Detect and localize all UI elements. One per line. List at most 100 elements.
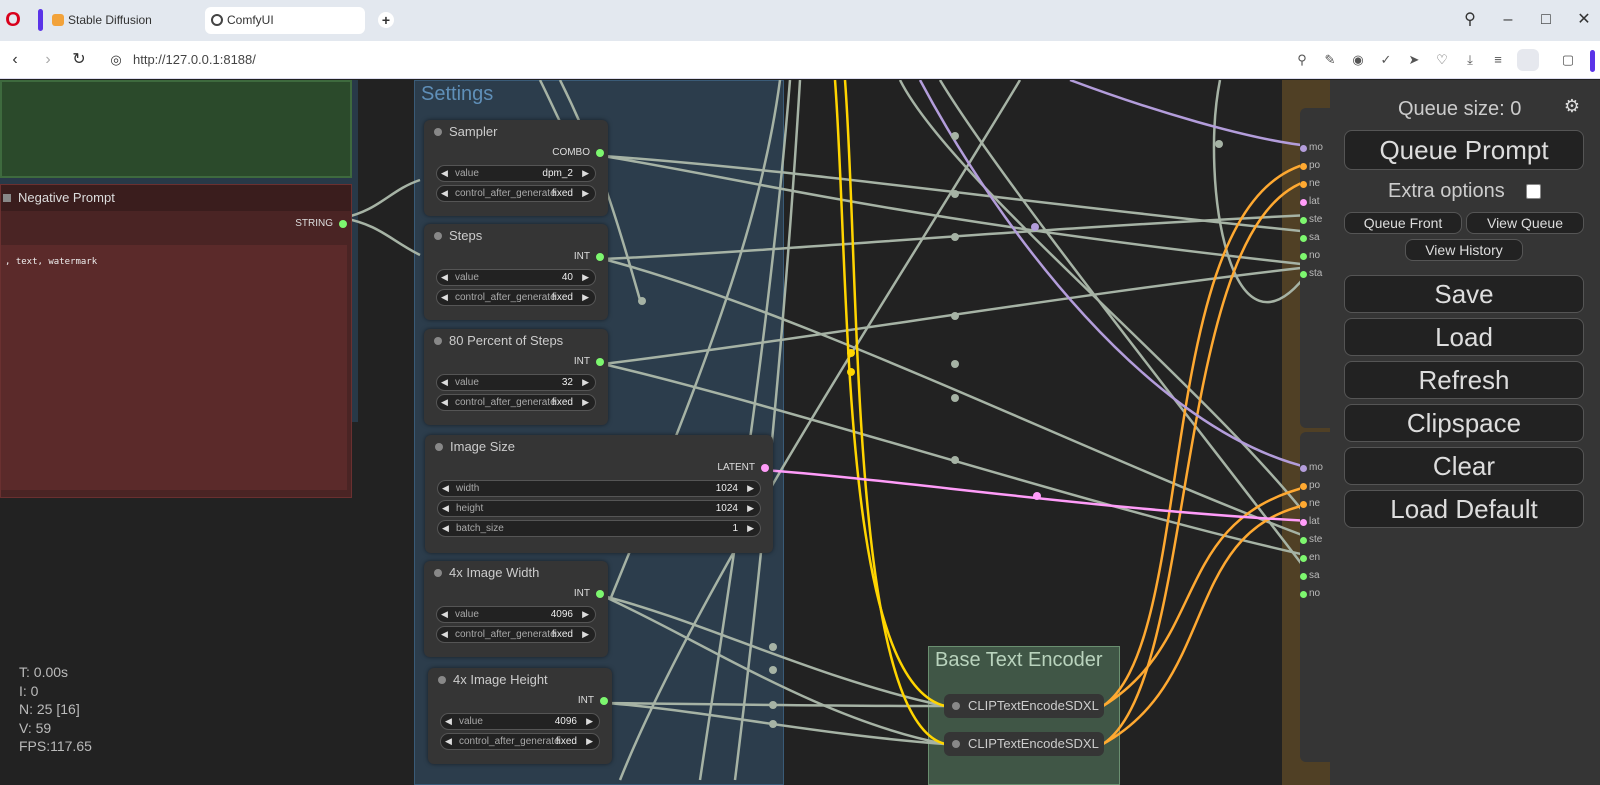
- collapse-icon[interactable]: [952, 702, 960, 710]
- opera-logo-icon[interactable]: O: [4, 9, 22, 31]
- input-socket[interactable]: [1300, 537, 1307, 544]
- queue-front-button[interactable]: Queue Front: [1344, 212, 1462, 234]
- tab-comfyui[interactable]: ComfyUI: [205, 7, 365, 34]
- output-socket[interactable]: [761, 464, 769, 472]
- url-field[interactable]: http://127.0.0.1:8188/: [133, 52, 256, 67]
- back-button[interactable]: ‹: [5, 50, 25, 70]
- collapse-icon[interactable]: [434, 232, 442, 240]
- maximize-button[interactable]: □: [1533, 8, 1559, 32]
- collapse-icon[interactable]: [435, 443, 443, 451]
- input-socket[interactable]: [1300, 501, 1307, 508]
- output-slot[interactable]: INT: [424, 248, 608, 266]
- decrement-arrow-icon[interactable]: ◀: [442, 501, 449, 516]
- decrement-arrow-icon[interactable]: ◀: [445, 714, 452, 729]
- tab-stable-diffusion[interactable]: Stable Diffusion: [46, 7, 201, 34]
- reload-button[interactable]: ↻: [69, 50, 89, 70]
- increment-arrow-icon[interactable]: ▶: [582, 270, 589, 285]
- output-slot[interactable]: LATENT: [425, 459, 773, 477]
- output-slot[interactable]: STRING: [231, 215, 351, 233]
- value-widget[interactable]: ◀ value 4096 ▶: [440, 713, 600, 730]
- input-socket[interactable]: [1300, 181, 1307, 188]
- value-widget[interactable]: ◀ value dpm_2 ▶: [436, 165, 596, 182]
- extra-options-checkbox[interactable]: [1526, 184, 1541, 199]
- output-socket[interactable]: [596, 253, 604, 261]
- heart-icon[interactable]: ♡: [1434, 52, 1450, 68]
- output-socket[interactable]: [596, 149, 604, 157]
- output-slot[interactable]: INT: [424, 585, 608, 603]
- decrement-arrow-icon[interactable]: ◀: [441, 166, 448, 181]
- clip-text-encode-node[interactable]: CLIPTextEncodeSDXL: [944, 732, 1104, 756]
- decrement-arrow-icon[interactable]: ◀: [441, 607, 448, 622]
- input-socket[interactable]: [1300, 253, 1307, 260]
- output-slot[interactable]: COMBO: [424, 144, 608, 162]
- edit-icon[interactable]: ✎: [1322, 52, 1338, 68]
- decrement-arrow-icon[interactable]: ◀: [441, 290, 448, 305]
- input-socket[interactable]: [1300, 483, 1307, 490]
- output-socket[interactable]: [339, 220, 347, 228]
- clip-text-encode-node[interactable]: CLIPTextEncodeSDXL: [944, 694, 1104, 718]
- increment-arrow-icon[interactable]: ▶: [747, 521, 754, 536]
- input-socket[interactable]: [1300, 555, 1307, 562]
- decrement-arrow-icon[interactable]: ◀: [441, 627, 448, 642]
- collapse-icon[interactable]: [434, 337, 442, 345]
- input-socket[interactable]: [1300, 163, 1307, 170]
- control-after-generate-widget[interactable]: ◀ control_after_generate fixed ▶: [436, 185, 596, 202]
- increment-arrow-icon[interactable]: ▶: [586, 714, 593, 729]
- output-slot[interactable]: INT: [424, 353, 608, 371]
- view-history-button[interactable]: View History: [1405, 239, 1523, 261]
- increment-arrow-icon[interactable]: ▶: [747, 501, 754, 516]
- view-queue-button[interactable]: View Queue: [1466, 212, 1584, 234]
- ksampler-refiner-node[interactable]: mo po ne lat ste en sa no: [1300, 432, 1332, 762]
- increment-arrow-icon[interactable]: ▶: [582, 186, 589, 201]
- negative-prompt-node[interactable]: Negative Prompt STRING , text, watermark: [0, 184, 352, 498]
- output-slot[interactable]: INT: [428, 692, 612, 710]
- increment-arrow-icon[interactable]: ▶: [582, 607, 589, 622]
- control-after-generate-widget[interactable]: ◀ control_after_generate fixed ▶: [436, 626, 596, 643]
- input-socket[interactable]: [1300, 465, 1307, 472]
- profile-icon[interactable]: [1517, 49, 1539, 71]
- control-after-generate-widget[interactable]: ◀ control_after_generate fixed ▶: [436, 394, 596, 411]
- increment-arrow-icon[interactable]: ▶: [586, 734, 593, 749]
- new-tab-button[interactable]: +: [378, 12, 394, 28]
- camera-icon[interactable]: ◉: [1350, 52, 1366, 68]
- value-widget[interactable]: ◀ value 4096 ▶: [436, 606, 596, 623]
- easy-setup-icon[interactable]: ≡: [1490, 52, 1506, 68]
- input-socket[interactable]: [1300, 573, 1307, 580]
- decrement-arrow-icon[interactable]: ◀: [442, 521, 449, 536]
- input-socket[interactable]: [1300, 145, 1307, 152]
- send-icon[interactable]: ➤: [1406, 52, 1422, 68]
- height-widget[interactable]: ◀ height 1024 ▶: [437, 500, 761, 517]
- prompt-textarea[interactable]: , text, watermark: [1, 245, 347, 490]
- input-socket[interactable]: [1300, 199, 1307, 206]
- value-widget[interactable]: ◀ value 40 ▶: [436, 269, 596, 286]
- extensions-cube-icon[interactable]: ▢: [1560, 52, 1576, 68]
- increment-arrow-icon[interactable]: ▶: [582, 375, 589, 390]
- decrement-arrow-icon[interactable]: ◀: [441, 186, 448, 201]
- sampler-node[interactable]: Sampler COMBO ◀ value dpm_2 ▶ ◀ control_afte…: [424, 120, 608, 216]
- load-default-button[interactable]: Load Default: [1344, 490, 1584, 528]
- zoom-icon[interactable]: ⚲: [1294, 52, 1310, 68]
- decrement-arrow-icon[interactable]: ◀: [442, 481, 449, 496]
- batch-size-widget[interactable]: ◀ batch_size 1 ▶: [437, 520, 761, 537]
- value-widget[interactable]: ◀ value 32 ▶: [436, 374, 596, 391]
- download-icon[interactable]: ⤓: [1462, 52, 1478, 68]
- collapse-icon[interactable]: [3, 194, 11, 202]
- input-socket[interactable]: [1300, 217, 1307, 224]
- collapse-icon[interactable]: [952, 740, 960, 748]
- search-tabs-icon[interactable]: ⚲: [1457, 8, 1483, 32]
- minimize-button[interactable]: –: [1495, 8, 1521, 32]
- clipspace-button[interactable]: Clipspace: [1344, 404, 1584, 442]
- clear-button[interactable]: Clear: [1344, 447, 1584, 485]
- percent-steps-node[interactable]: 80 Percent of Steps INT ◀ value 32 ▶ ◀ contr…: [424, 329, 608, 425]
- decrement-arrow-icon[interactable]: ◀: [441, 395, 448, 410]
- save-button[interactable]: Save: [1344, 275, 1584, 313]
- input-socket[interactable]: [1300, 271, 1307, 278]
- close-window-button[interactable]: ✕: [1571, 8, 1597, 32]
- output-socket[interactable]: [596, 358, 604, 366]
- collapse-icon[interactable]: [434, 569, 442, 577]
- steps-node[interactable]: Steps INT ◀ value 40 ▶ ◀ control_after_gener…: [424, 224, 608, 320]
- decrement-arrow-icon[interactable]: ◀: [445, 734, 452, 749]
- image-size-node[interactable]: Image Size LATENT ◀ width 1024 ▶ ◀ height 102…: [425, 435, 773, 553]
- collapse-icon[interactable]: [434, 128, 442, 136]
- increment-arrow-icon[interactable]: ▶: [582, 627, 589, 642]
